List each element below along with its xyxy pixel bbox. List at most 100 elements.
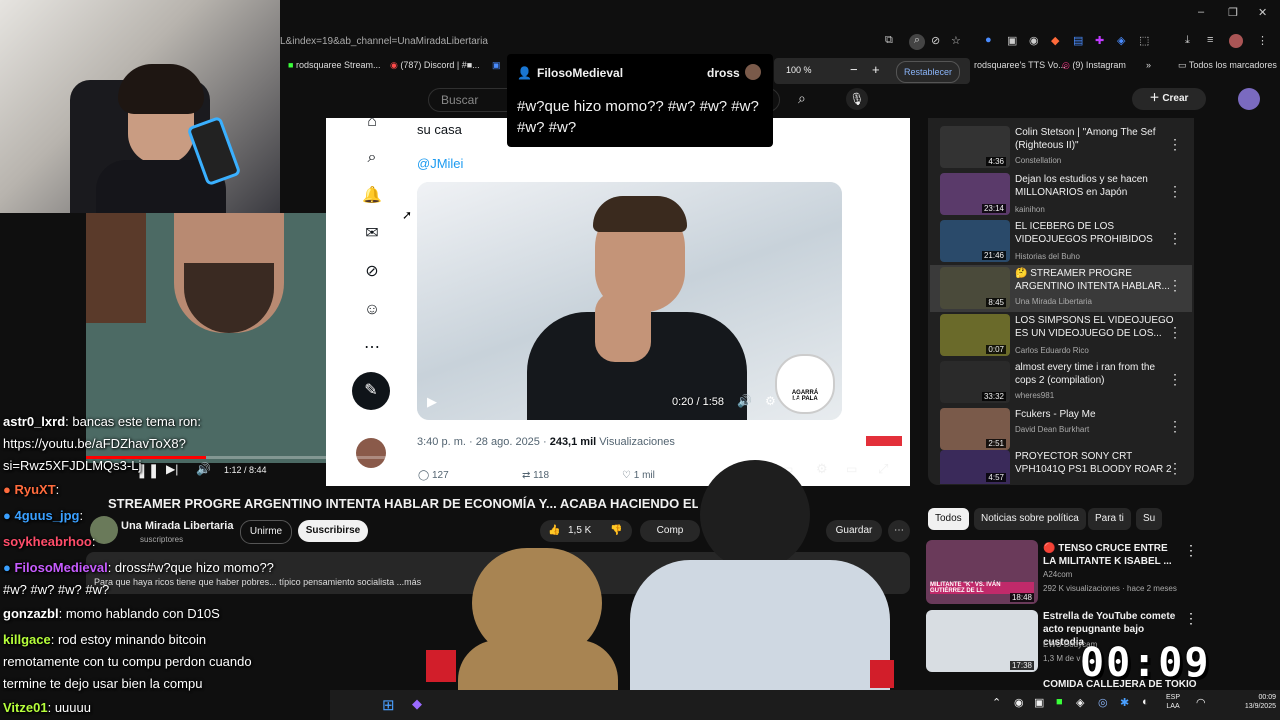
duration: 0:07	[986, 345, 1006, 354]
zoom-in-icon[interactable]: +	[872, 62, 880, 77]
more-icon[interactable]: ⋮	[1168, 460, 1182, 477]
chat-message: termine te dejo usar bien la compu	[3, 676, 202, 691]
bookshelf	[86, 213, 146, 323]
recommendation-item[interactable]: 33:32 almost every time i ran from the co…	[940, 361, 1190, 405]
zoom-icon[interactable]: ⌕	[909, 34, 925, 50]
tray-app-icon[interactable]: ◈	[1076, 696, 1084, 709]
bookmarks-overflow-icon[interactable]: »	[1146, 60, 1151, 70]
microphone-icon[interactable]: 🎙	[846, 88, 868, 110]
recommendation-item[interactable]: 8:45 🤔 STREAMER PROGRE ARGENTINO INTENTA …	[940, 267, 1190, 311]
minimize-icon[interactable]: –	[1198, 6, 1204, 18]
video-volume-icon[interactable]: 🔊	[737, 394, 752, 408]
close-icon[interactable]: ✕	[1258, 6, 1267, 19]
extension-icon[interactable]: ◆	[1051, 34, 1059, 47]
extension-icon[interactable]: ✚	[1095, 34, 1104, 47]
tray-app-icon[interactable]: ◉	[1014, 696, 1024, 709]
more-icon[interactable]: ⋮	[1168, 230, 1182, 247]
chip-politics[interactable]: Noticias sobre política	[974, 508, 1086, 530]
tray-steam-icon[interactable]: ◎	[1098, 696, 1108, 709]
user-icon: 👤	[517, 66, 532, 80]
grok-icon[interactable]: ⊘	[362, 262, 382, 282]
bookmark-twitch[interactable]: ■ rodsquaree Stream...	[288, 60, 381, 70]
tray-app-icon[interactable]: ▣	[1034, 696, 1044, 709]
profile-avatar[interactable]	[1229, 34, 1243, 48]
extension-icon[interactable]: ▤	[1073, 34, 1083, 47]
chat-message: astr0_lxrd: bancas este tema ron:	[3, 414, 202, 429]
bookmark-generic[interactable]: ▣	[492, 60, 501, 71]
download-icon[interactable]: ⤓	[1185, 34, 1190, 47]
windows-start-icon[interactable]: ⊞	[382, 696, 395, 714]
extension-icon[interactable]: ▣	[1007, 34, 1017, 47]
rec-channel: wheres981	[1015, 391, 1055, 400]
more-icon[interactable]: ⋮	[1168, 136, 1182, 153]
more-icon[interactable]: ⋯	[362, 338, 382, 358]
recommendation-item[interactable]: 4:36 Colin Stetson | "Among The Sef (Righ…	[940, 126, 1190, 170]
streamer-webcam	[0, 0, 280, 213]
extension-icon[interactable]: ●	[985, 34, 992, 46]
recommendation-item[interactable]: 2:51 Fcukers - Play Me David Dean Burkhart…	[940, 408, 1190, 452]
rec-channel: Historias del Buho	[1015, 252, 1080, 261]
create-button[interactable]: ＋ Crear	[1132, 88, 1206, 110]
bookmark-all[interactable]: ▭ Todos los marcadores	[1178, 60, 1277, 71]
video-fullscreen-icon[interactable]: ⤢	[819, 394, 829, 409]
bluetooth-icon[interactable]: ✱	[1120, 696, 1129, 709]
chip-more[interactable]: Su	[1136, 508, 1163, 530]
zoom-reset-button[interactable]: Restablecer	[896, 61, 960, 83]
more-icon[interactable]: ⋮	[1168, 418, 1182, 435]
tweet-video[interactable]: AGARRÁ LA PALA ▶ 0:20 / 1:58 🔊 ⚙ ⧉ ⤢	[417, 182, 842, 420]
zoom-out-icon[interactable]: −	[850, 62, 858, 77]
recommendation-item[interactable]: 21:46 EL ICEBERG DE LOS VIDEOJUEGOS PROHI…	[940, 220, 1190, 264]
more-icon[interactable]: ⋮	[1168, 371, 1182, 388]
tweet-mention[interactable]: @JMilei	[417, 156, 463, 171]
more-icon[interactable]: ⋮	[1168, 277, 1182, 294]
clock[interactable]: 00:09 13/9/2025	[1226, 693, 1276, 711]
rec-channel: Una Mirada Libertaria	[1015, 297, 1092, 306]
extension-icon[interactable]: ◉	[1029, 34, 1039, 47]
video-settings-icon[interactable]: ⚙	[765, 394, 776, 408]
extension-icon[interactable]: ◈	[1117, 34, 1125, 47]
chat-message: remotamente con tu compu perdon cuando	[3, 654, 252, 669]
profile-icon[interactable]: ☺	[362, 300, 382, 320]
reading-list-icon[interactable]: ≡	[1207, 34, 1213, 46]
more-icon[interactable]: ⋮	[1184, 542, 1198, 559]
recommendation-item[interactable]: MILITANTE "K" VS. IVÁN GUTIÉRREZ DE LL 1…	[926, 540, 1198, 606]
bookmark-tts[interactable]: rodsquaree's TTS Vo...	[974, 60, 1066, 70]
eye-off-icon[interactable]: ⊘	[931, 34, 940, 47]
chat-username: FilosoMedieval	[14, 560, 108, 575]
restore-icon[interactable]: ❐	[1228, 6, 1238, 19]
clock-time: 00:09	[1258, 694, 1276, 701]
address-bar[interactable]: L&index=19&ab_channel=UnaMiradaLibertari…	[280, 36, 488, 47]
video-pip-icon[interactable]: ⧉	[793, 394, 802, 409]
wifi-icon[interactable]: ◠	[1196, 696, 1206, 709]
menu-icon[interactable]: ⋮	[1257, 34, 1268, 47]
video-play-icon[interactable]: ▶	[427, 394, 437, 410]
tray-app-icon[interactable]: ◐	[1142, 696, 1149, 708]
account-avatar[interactable]	[1238, 88, 1260, 110]
post-button[interactable]: ✎	[352, 372, 390, 410]
chat-text: momo hablando con D10S	[65, 606, 220, 621]
notifications-bell-icon[interactable]: 🔔	[362, 186, 382, 206]
star-icon[interactable]: ☆	[951, 34, 961, 47]
search-icon[interactable]: ⌕	[798, 90, 806, 107]
recommendation-item[interactable]: 23:14 Dejan los estudios y se hacen MILLO…	[940, 173, 1190, 217]
messages-mail-icon[interactable]: ✉	[362, 224, 382, 244]
taskbar-app-icon[interactable]: ◆	[412, 696, 422, 712]
tray-app-icon[interactable]: ■	[1056, 696, 1063, 708]
more-icon[interactable]: ⋮	[1184, 610, 1198, 627]
recommendation-item[interactable]: 4:57 PROYECTOR SONY CRT VPH1041Q PS1 BLOO…	[940, 450, 1190, 484]
chat-message: ● 4guus_jpg:	[3, 508, 84, 523]
recommendation-item[interactable]: 0:07 LOS SIMPSONS EL VIDEOJUEGO ES UN VID…	[940, 314, 1190, 358]
language-indicator[interactable]: ESP LAA	[1166, 693, 1180, 711]
chip-all[interactable]: Todos	[928, 508, 969, 530]
tray-overflow-icon[interactable]: ⌃	[992, 696, 1001, 709]
more-icon[interactable]: ⋮	[1168, 183, 1182, 200]
chip-for-you[interactable]: Para ti	[1088, 508, 1131, 530]
more-icon[interactable]: ⋮	[1168, 324, 1182, 341]
bookmark-instagram[interactable]: ◎ (9) Instagram	[1062, 60, 1126, 71]
explore-search-icon[interactable]: ⌕	[362, 148, 382, 168]
puzzle-icon[interactable]: ⬚	[1139, 34, 1149, 47]
home-icon[interactable]: ⌂	[362, 112, 382, 132]
bookmark-discord[interactable]: ◉ (787) Discord | #■...	[390, 60, 480, 71]
duration: 4:57	[986, 473, 1006, 482]
install-icon[interactable]: ⧉	[885, 34, 893, 47]
